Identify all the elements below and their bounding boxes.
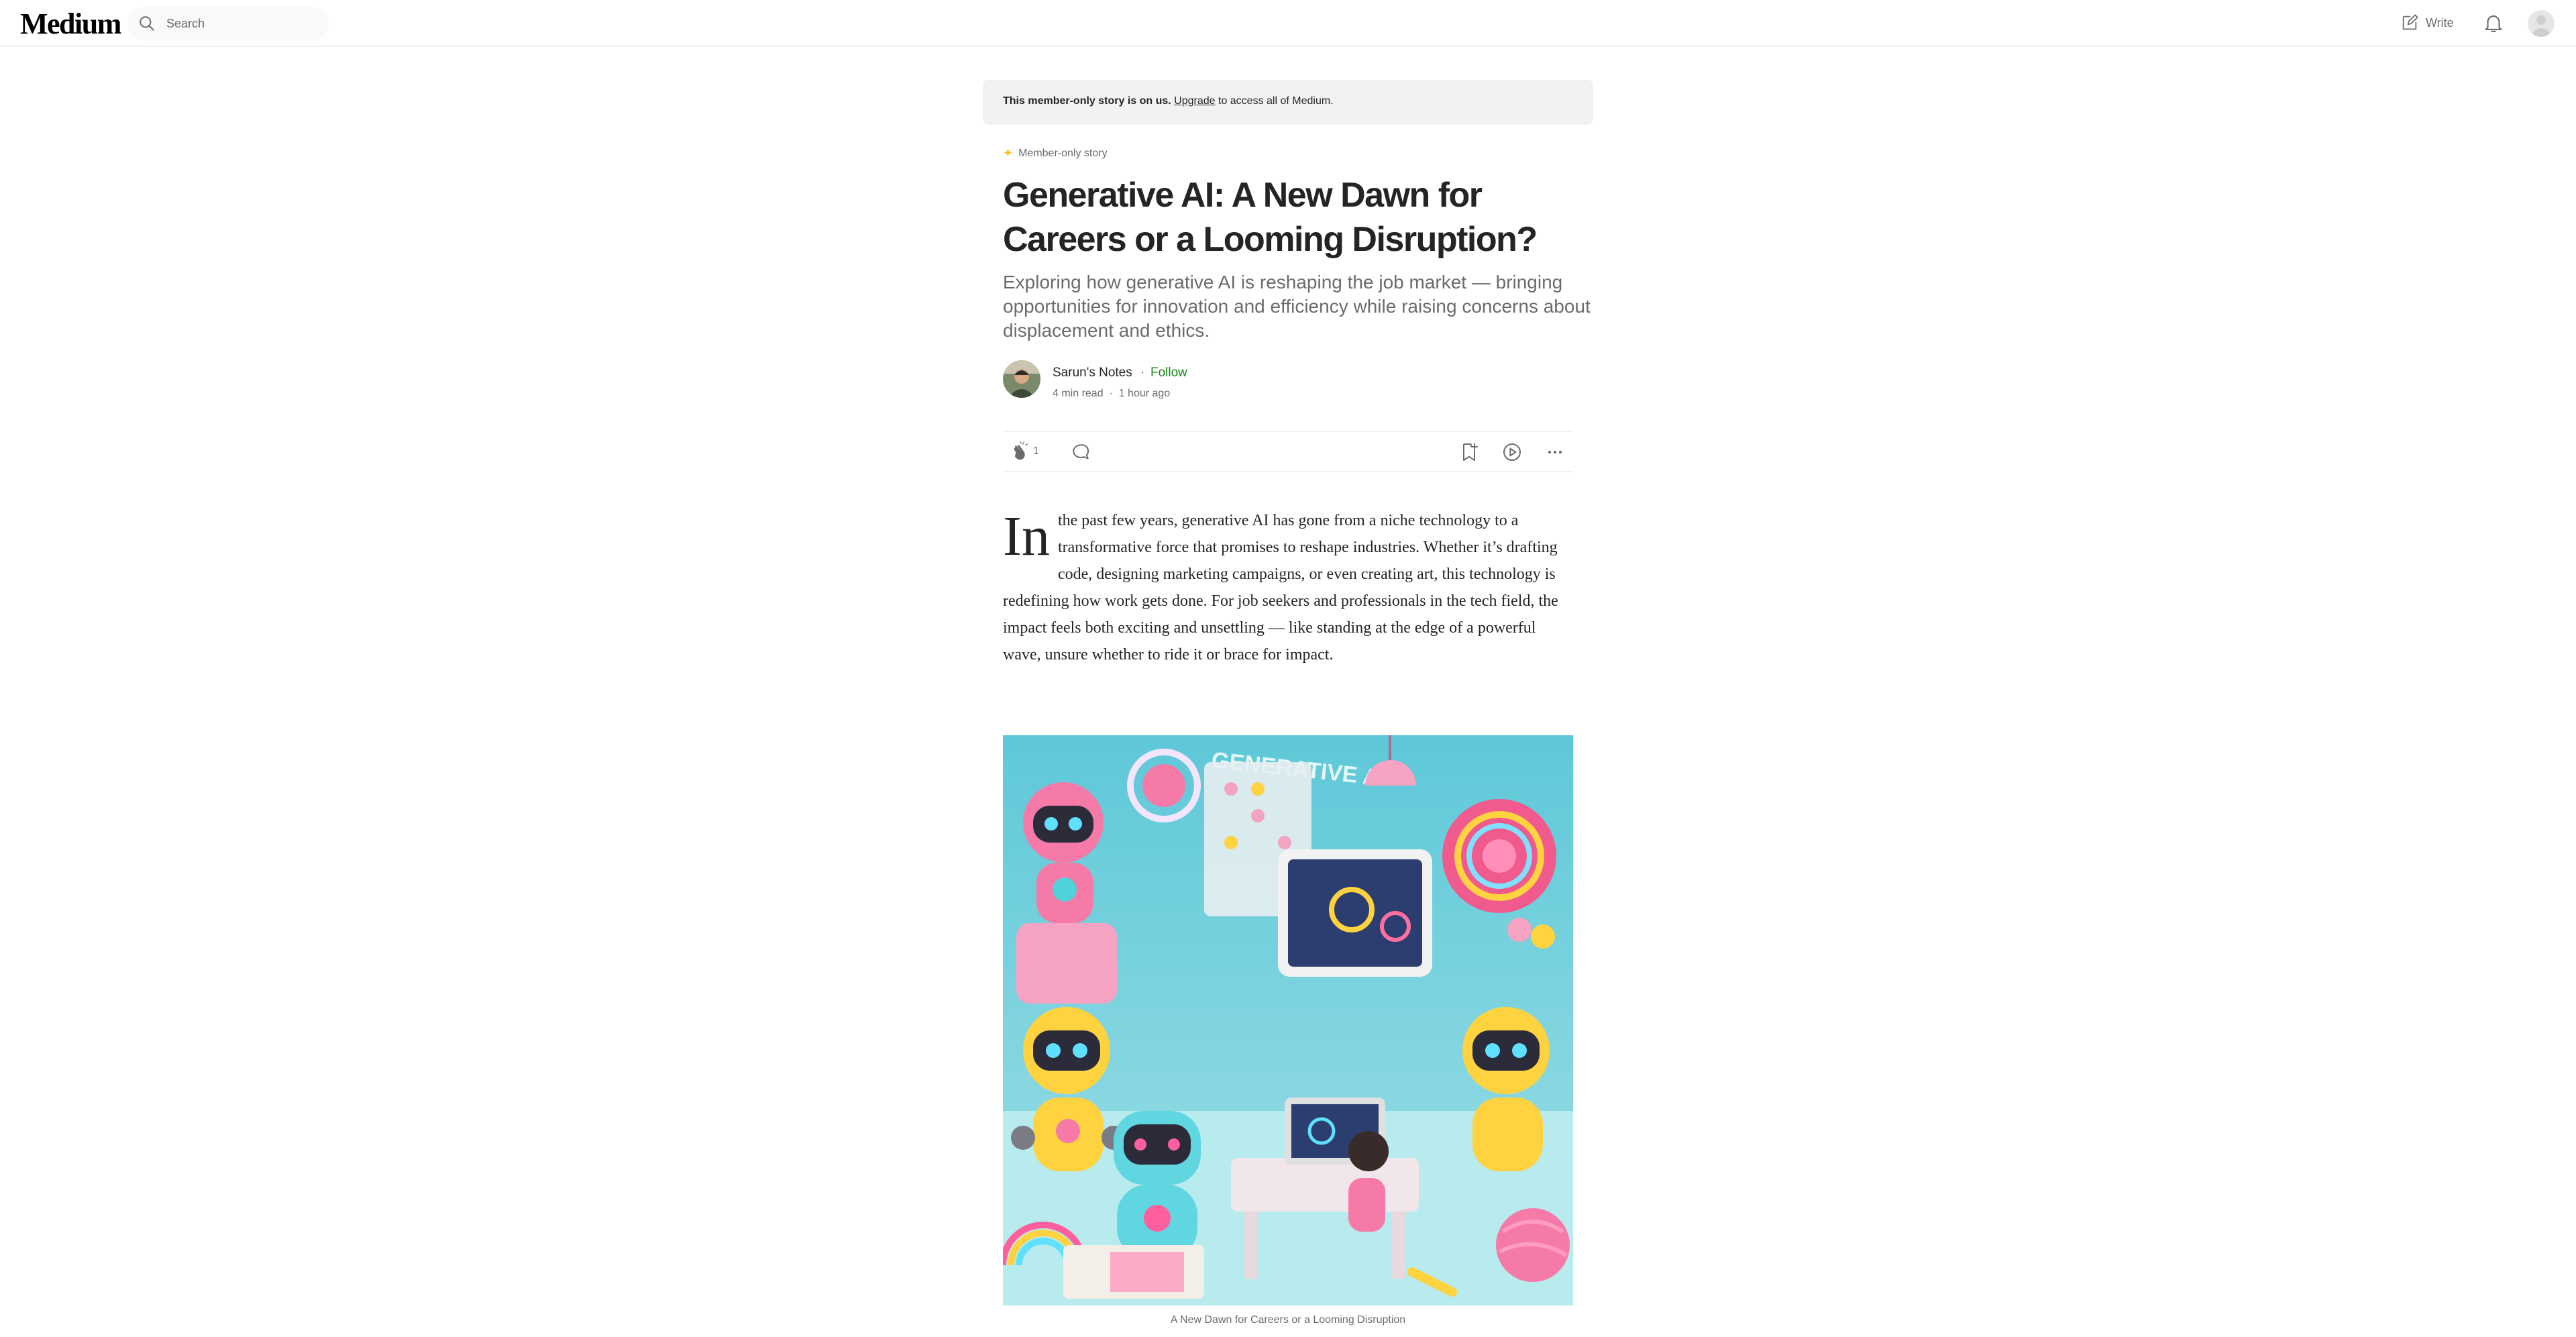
publish-time: 1 hour ago bbox=[1118, 388, 1171, 399]
search-box[interactable] bbox=[127, 7, 329, 40]
clap-icon[interactable] bbox=[1010, 441, 1031, 463]
author-name[interactable]: Sarun's Notes bbox=[1053, 366, 1132, 380]
member-star-icon: ✦ bbox=[1003, 146, 1014, 160]
response-icon[interactable] bbox=[1070, 441, 1091, 463]
banner-bold-text: This member-only story is on us. bbox=[1003, 95, 1171, 107]
write-label: Write bbox=[2426, 15, 2454, 30]
drop-cap: In bbox=[1003, 505, 1050, 568]
article-body-paragraph: In the past few years, generative AI has… bbox=[1003, 507, 1573, 668]
hero-image-caption: A New Dawn for Careers or a Looming Disr… bbox=[1170, 1314, 1406, 1326]
meta-separator: · bbox=[1106, 388, 1116, 399]
bookmark-add-icon[interactable] bbox=[1458, 441, 1480, 463]
follow-button[interactable]: Follow bbox=[1150, 366, 1187, 380]
upgrade-link[interactable]: Upgrade bbox=[1174, 95, 1215, 107]
member-only-label: ✦ Member-only story bbox=[1003, 146, 1108, 160]
article-meta: 4 min read · 1 hour ago bbox=[1053, 388, 1170, 400]
write-button[interactable]: Write bbox=[2400, 11, 2454, 35]
hero-image: GENERATIVE AI bbox=[1003, 735, 1573, 1305]
user-silhouette-icon bbox=[2532, 15, 2551, 37]
more-options-icon[interactable] bbox=[1544, 441, 1566, 463]
member-only-text: Member-only story bbox=[1018, 147, 1108, 159]
banner-rest-text: to access all of Medium. bbox=[1215, 95, 1334, 107]
paragraph-text: the past few years, generative AI has go… bbox=[1003, 512, 1558, 663]
read-time: 4 min read bbox=[1053, 388, 1104, 399]
write-icon bbox=[2402, 14, 2418, 30]
notifications-bell-icon[interactable] bbox=[2482, 11, 2505, 34]
article-action-bar: 1 bbox=[1003, 431, 1573, 472]
member-story-banner: This member-only story is on us. Upgrade… bbox=[983, 80, 1593, 125]
article-title: Generative AI: A New Dawn for Careers or… bbox=[1003, 176, 1538, 259]
author-photo bbox=[1003, 360, 1040, 398]
banner-text: This member-only story is on us. Upgrade… bbox=[1003, 95, 1334, 107]
search-icon bbox=[140, 16, 154, 31]
author-avatar[interactable] bbox=[1003, 360, 1040, 398]
medium-logo[interactable]: Medium bbox=[20, 7, 121, 41]
search-input[interactable] bbox=[166, 7, 321, 40]
user-avatar[interactable] bbox=[2528, 10, 2555, 37]
separator-dot: · bbox=[1140, 366, 1145, 380]
article-subtitle: Exploring how generative AI is reshaping… bbox=[1003, 272, 1591, 341]
listen-play-icon[interactable] bbox=[1501, 441, 1523, 463]
top-navigation-bar: Medium Write bbox=[0, 0, 2576, 47]
clap-count: 1 bbox=[1033, 445, 1039, 457]
